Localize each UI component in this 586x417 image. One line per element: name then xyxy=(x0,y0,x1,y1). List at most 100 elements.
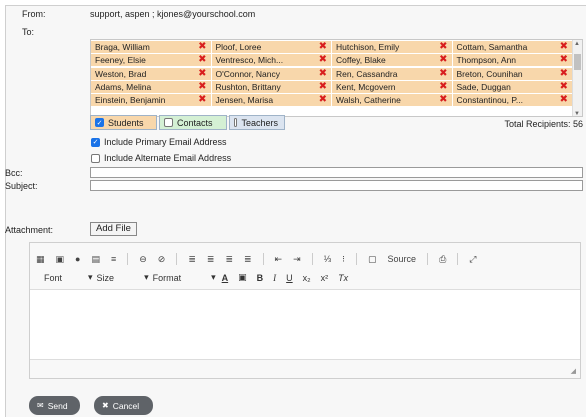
toolbar-separator xyxy=(457,253,459,265)
primary-email-checkbox[interactable]: ✓ xyxy=(91,137,100,147)
subject-input[interactable] xyxy=(90,180,583,191)
remove-recipient-icon[interactable]: ✖ xyxy=(439,68,447,79)
remove-recipient-icon[interactable]: ✖ xyxy=(198,55,206,65)
scroll-thumb[interactable] xyxy=(574,54,581,70)
italic-icon[interactable]: I xyxy=(273,273,276,283)
smiley-icon[interactable]: ● xyxy=(75,254,80,264)
remove-recipient-icon[interactable]: ✖ xyxy=(319,95,327,105)
numbered-list-icon[interactable]: ⅓ xyxy=(324,254,332,264)
option-primary-email[interactable]: ✓ Include Primary Email Address xyxy=(91,137,227,147)
remove-recipient-icon[interactable]: ✖ xyxy=(560,95,568,105)
option-alternate-email[interactable]: Include Alternate Email Address xyxy=(91,153,231,163)
source-button[interactable]: Source xyxy=(388,254,417,264)
teachers-checkbox[interactable] xyxy=(234,118,238,127)
bcc-input[interactable] xyxy=(90,167,583,178)
scroll-down-icon[interactable]: ▼ xyxy=(574,111,580,116)
filter-students[interactable]: ✓ Students xyxy=(90,115,157,130)
unlink-icon[interactable]: ⊘ xyxy=(158,254,166,265)
chevron-down-icon[interactable]: ▾ xyxy=(144,272,149,283)
recipient-chip: Thompson, Ann ✖ xyxy=(452,54,573,67)
recipient-row: Adams, Melina ✖ Rushton, Brittany ✖ Kent, Mc… xyxy=(91,80,573,94)
text-color-icon[interactable]: A xyxy=(222,273,229,283)
recipient-name: Feeney, Elsie xyxy=(95,55,146,66)
filter-teachers[interactable]: Teachers xyxy=(229,115,285,130)
recipient-list: Braga, William ✖ Ploof, Loree ✖ Hutchison, E… xyxy=(90,39,583,117)
recipient-chip: Ren, Cassandra ✖ xyxy=(332,67,453,80)
cancel-label: Cancel xyxy=(112,400,140,411)
recipient-chip: Braga, William ✖ xyxy=(91,41,212,53)
table-icon[interactable]: ▦ xyxy=(36,254,45,265)
remove-recipient-icon[interactable]: ✖ xyxy=(439,42,447,52)
to-label: To: xyxy=(22,27,35,37)
subscript-icon[interactable]: x₂ xyxy=(303,273,311,283)
editor-body[interactable] xyxy=(30,289,580,359)
align-center-icon[interactable]: ≣ xyxy=(207,254,215,265)
remove-recipient-icon[interactable]: ✖ xyxy=(560,68,568,79)
remove-recipient-icon[interactable]: ✖ xyxy=(560,55,568,65)
total-recipients: Total Recipients: 56 xyxy=(504,119,583,129)
remove-recipient-icon[interactable]: ✖ xyxy=(439,95,447,105)
indent-icon[interactable]: ⇥ xyxy=(293,254,301,265)
editor-toolbar-row1: ▦ ▣ ● ▤ ≡ ⊖ ⊘ ≣ ≣ ≣ ≣ ⇤ ⇥ ⅓ ⁝ ▢ Source ⎙… xyxy=(36,252,487,266)
remove-recipient-icon[interactable]: ✖ xyxy=(319,68,327,79)
recipient-chip: Hutchison, Emily ✖ xyxy=(332,41,453,53)
remove-recipient-icon[interactable]: ✖ xyxy=(319,55,327,65)
image-icon[interactable]: ▣ xyxy=(56,254,65,265)
link-icon[interactable]: ⊖ xyxy=(139,254,147,265)
resize-grip-icon[interactable]: ◢ xyxy=(571,367,576,375)
align-justify-icon[interactable]: ≣ xyxy=(244,254,252,265)
background-color-icon[interactable]: ▣ xyxy=(238,272,247,283)
remove-recipient-icon[interactable]: ✖ xyxy=(560,42,568,52)
chevron-down-icon[interactable]: ▾ xyxy=(211,272,216,283)
recipient-name: Einstein, Benjamin xyxy=(95,95,166,106)
format-dropdown[interactable]: Format xyxy=(153,273,182,283)
remove-recipient-icon[interactable]: ✖ xyxy=(560,81,568,92)
recipient-scrollbar[interactable]: ▲ ▼ xyxy=(572,40,582,116)
scroll-up-icon[interactable]: ▲ xyxy=(574,41,580,47)
remove-recipient-icon[interactable]: ✖ xyxy=(439,55,447,65)
remove-recipient-icon[interactable]: ✖ xyxy=(198,81,206,92)
recipient-row: Weston, Brad ✖ O'Connor, Nancy ✖ Ren, Cassan… xyxy=(91,67,573,81)
bulleted-list-icon[interactable]: ⁝ xyxy=(342,254,345,265)
send-button[interactable]: ✉ Send xyxy=(29,396,80,415)
print-icon[interactable]: ⎙ xyxy=(439,254,446,265)
document-icon[interactable]: ▤ xyxy=(91,254,100,265)
filter-contacts[interactable]: Contacts xyxy=(159,115,227,130)
underline-icon[interactable]: U xyxy=(286,273,293,283)
alternate-email-checkbox[interactable] xyxy=(91,153,100,163)
remove-recipient-icon[interactable]: ✖ xyxy=(319,42,327,52)
align-right-icon[interactable]: ≣ xyxy=(225,254,233,265)
recipient-chip: Sade, Duggan ✖ xyxy=(452,80,573,93)
bold-icon[interactable]: B xyxy=(257,273,264,283)
recipient-chip: Einstein, Benjamin ✖ xyxy=(91,94,212,107)
toolbar-separator xyxy=(427,253,429,265)
source-icon[interactable]: ▢ xyxy=(368,254,377,265)
maximize-icon[interactable]: ⤢ xyxy=(469,254,476,265)
outdent-icon[interactable]: ⇤ xyxy=(275,254,283,265)
attachment-label: Attachment: xyxy=(5,225,54,235)
remove-recipient-icon[interactable]: ✖ xyxy=(439,81,447,92)
students-checkbox[interactable]: ✓ xyxy=(95,118,104,127)
toolbar-separator xyxy=(176,253,178,265)
remove-recipient-icon[interactable]: ✖ xyxy=(198,42,206,52)
recipient-chip: Walsh, Catherine ✖ xyxy=(332,94,453,107)
recipient-filters: ✓ Students Contacts Teachers xyxy=(90,115,287,130)
filter-students-label: Students xyxy=(108,117,144,128)
align-left-icon[interactable]: ≣ xyxy=(188,254,196,265)
font-dropdown[interactable]: Font xyxy=(44,273,62,283)
remove-recipient-icon[interactable]: ✖ xyxy=(198,68,206,79)
recipient-chip: Feeney, Elsie ✖ xyxy=(91,54,212,67)
add-file-button[interactable]: Add File xyxy=(90,222,137,236)
horizontal-rule-icon[interactable]: ≡ xyxy=(111,254,116,264)
remove-recipient-icon[interactable]: ✖ xyxy=(198,95,206,105)
chevron-down-icon[interactable]: ▾ xyxy=(88,272,93,283)
contacts-checkbox[interactable] xyxy=(164,118,173,127)
remove-format-icon[interactable]: Tx xyxy=(338,273,348,283)
remove-recipient-icon[interactable]: ✖ xyxy=(319,81,327,92)
superscript-icon[interactable]: x² xyxy=(321,273,329,283)
primary-email-label: Include Primary Email Address xyxy=(104,137,227,147)
from-value: support, aspen ; kjones@yourschool.com xyxy=(90,9,256,19)
size-dropdown[interactable]: Size xyxy=(97,273,115,283)
cancel-button[interactable]: ✖ Cancel xyxy=(94,396,153,415)
recipient-name: Cottam, Samantha xyxy=(456,42,528,52)
